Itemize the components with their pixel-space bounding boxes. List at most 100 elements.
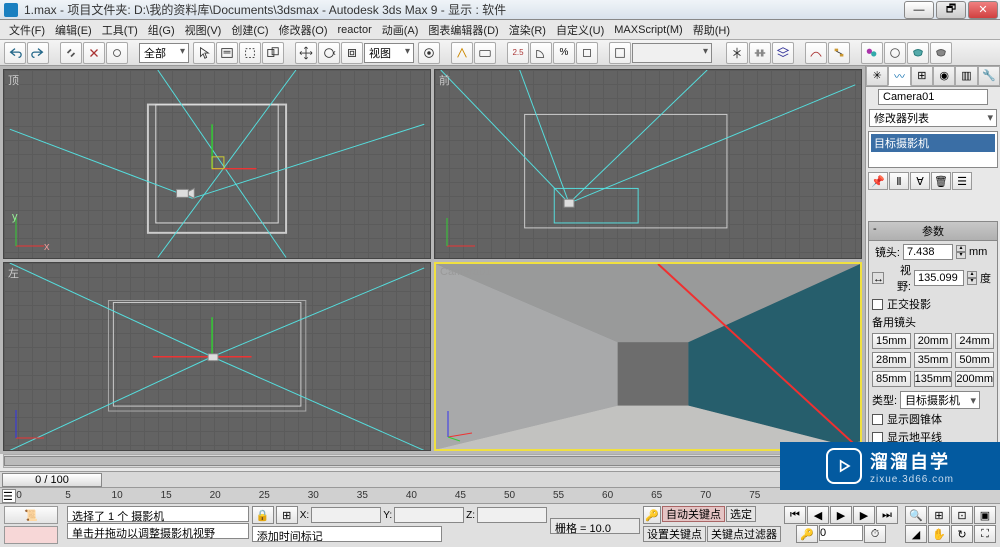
- snap-2d-button[interactable]: 2.5: [507, 42, 529, 64]
- zoom-extents-all-button[interactable]: ▣: [974, 506, 996, 524]
- lens-preset-135[interactable]: 135mm: [914, 371, 953, 387]
- lens-preset-85[interactable]: 85mm: [872, 371, 911, 387]
- selection-filter-dropdown[interactable]: 全部: [139, 43, 189, 63]
- lens-preset-35[interactable]: 35mm: [914, 352, 953, 368]
- show-cone-checkbox[interactable]: 显示圆锥体: [872, 411, 994, 427]
- lens-spin-up[interactable]: ▴: [956, 245, 966, 252]
- spinner-snap-button[interactable]: [576, 42, 598, 64]
- add-time-tag[interactable]: 添加时间标记: [252, 526, 442, 542]
- layers-button[interactable]: [772, 42, 794, 64]
- window-crossing-button[interactable]: [262, 42, 284, 64]
- material-editor-button[interactable]: [861, 42, 883, 64]
- fov-direction-button[interactable]: ↔: [872, 272, 884, 284]
- goto-end-button[interactable]: ⏭: [876, 506, 898, 524]
- menu-animation[interactable]: 动画(A): [377, 20, 424, 40]
- stack-item-target-camera[interactable]: 目标摄影机: [871, 134, 995, 152]
- coord-z-input[interactable]: [477, 507, 547, 523]
- keyboard-shortcut-button[interactable]: [474, 42, 496, 64]
- ref-coord-dropdown[interactable]: 视图: [364, 43, 414, 63]
- bind-button[interactable]: [106, 42, 128, 64]
- viewport-left[interactable]: 左: [3, 262, 431, 452]
- camera-type-dropdown[interactable]: 目标摄影机: [900, 391, 980, 409]
- named-selection-dropdown[interactable]: [632, 43, 712, 63]
- goto-start-button[interactable]: ⏮: [784, 506, 806, 524]
- mirror-button[interactable]: [726, 42, 748, 64]
- coord-display-toggle[interactable]: ⊞: [276, 506, 298, 524]
- lens-preset-20[interactable]: 20mm: [914, 333, 953, 349]
- selected-filter-button[interactable]: 选定: [726, 506, 756, 522]
- schematic-button[interactable]: [828, 42, 850, 64]
- viewport-front[interactable]: 前: [434, 69, 862, 259]
- menu-render[interactable]: 渲染(R): [504, 20, 551, 40]
- modifier-stack[interactable]: 目标摄影机: [868, 131, 998, 168]
- undo-button[interactable]: [4, 42, 26, 64]
- manipulate-button[interactable]: [451, 42, 473, 64]
- orbit-button[interactable]: ↻: [951, 525, 973, 543]
- fov-spinner[interactable]: 135.099: [914, 270, 964, 286]
- lens-preset-24[interactable]: 24mm: [955, 333, 994, 349]
- render-last-button[interactable]: [907, 42, 929, 64]
- maximize-viewport-button[interactable]: ⛶: [974, 525, 996, 543]
- viewport-camera[interactable]: Camera01: [434, 262, 862, 452]
- lens-preset-28[interactable]: 28mm: [872, 352, 911, 368]
- menu-reactor[interactable]: reactor: [333, 22, 377, 38]
- zoom-button[interactable]: 🔍: [905, 506, 927, 524]
- render-setup-button[interactable]: [884, 42, 906, 64]
- tab-display[interactable]: ▥: [955, 66, 977, 86]
- time-config-button[interactable]: ⏱: [864, 525, 886, 543]
- menu-views[interactable]: 视图(V): [180, 20, 227, 40]
- lens-spinner[interactable]: 7.438: [903, 244, 953, 260]
- set-key-button[interactable]: 🔑: [643, 506, 661, 524]
- select-button[interactable]: [193, 42, 215, 64]
- make-unique-button[interactable]: ∀: [910, 172, 930, 190]
- time-slider-thumb[interactable]: 0 / 100: [2, 473, 102, 487]
- coord-x-input[interactable]: [311, 507, 381, 523]
- configure-sets-button[interactable]: ☰: [952, 172, 972, 190]
- modifier-list-dropdown[interactable]: 修改器列表: [869, 109, 997, 127]
- unlink-button[interactable]: [83, 42, 105, 64]
- lens-spin-down[interactable]: ▾: [956, 252, 966, 259]
- set-key-mode-button[interactable]: 设置关键点: [643, 526, 706, 542]
- lens-preset-15[interactable]: 15mm: [872, 333, 911, 349]
- close-button[interactable]: ✕: [968, 1, 998, 19]
- viewport-top[interactable]: 顶 xy: [3, 69, 431, 259]
- snap-angle-button[interactable]: [530, 42, 552, 64]
- pin-stack-button[interactable]: 📌: [868, 172, 888, 190]
- menu-modifiers[interactable]: 修改器(O): [274, 20, 333, 40]
- lens-preset-200[interactable]: 200mm: [955, 371, 994, 387]
- menu-maxscript[interactable]: MAXScript(M): [609, 22, 687, 38]
- zoom-extents-button[interactable]: ⊡: [951, 506, 973, 524]
- snap-percent-button[interactable]: %: [553, 42, 575, 64]
- pivot-button[interactable]: [418, 42, 440, 64]
- fov-button[interactable]: ◢: [905, 525, 927, 543]
- tab-modify[interactable]: 〰: [888, 66, 910, 86]
- rollout-params-header[interactable]: 参数: [868, 221, 998, 241]
- render-button[interactable]: [930, 42, 952, 64]
- link-button[interactable]: [60, 42, 82, 64]
- select-by-name-button[interactable]: [216, 42, 238, 64]
- auto-key-button[interactable]: 自动关键点: [662, 506, 725, 522]
- tab-create[interactable]: ✳: [866, 66, 888, 86]
- scale-button[interactable]: [341, 42, 363, 64]
- key-mode-button[interactable]: 🔑: [796, 525, 818, 543]
- object-name-field[interactable]: [878, 89, 988, 105]
- move-button[interactable]: [295, 42, 317, 64]
- show-end-result-button[interactable]: Ⅱ: [889, 172, 909, 190]
- menu-group[interactable]: 组(G): [143, 20, 180, 40]
- trackbar-toggle-button[interactable]: ☰: [2, 489, 16, 503]
- play-button[interactable]: ▶: [830, 506, 852, 524]
- menu-tools[interactable]: 工具(T): [97, 20, 143, 40]
- menu-customize[interactable]: 自定义(U): [551, 20, 609, 40]
- pan-button[interactable]: ✋: [928, 525, 950, 543]
- key-filters-button[interactable]: 关键点过滤器: [707, 526, 781, 542]
- align-button[interactable]: [749, 42, 771, 64]
- restore-button[interactable]: 🗗: [936, 1, 966, 19]
- minimize-button[interactable]: —: [904, 1, 934, 19]
- coord-y-input[interactable]: [394, 507, 464, 523]
- menu-file[interactable]: 文件(F): [4, 20, 50, 40]
- menu-create[interactable]: 创建(C): [226, 20, 273, 40]
- fov-spin-down[interactable]: ▾: [967, 278, 977, 285]
- curve-editor-button[interactable]: [805, 42, 827, 64]
- fov-spin-up[interactable]: ▴: [967, 271, 977, 278]
- menu-graph[interactable]: 图表编辑器(D): [423, 20, 503, 40]
